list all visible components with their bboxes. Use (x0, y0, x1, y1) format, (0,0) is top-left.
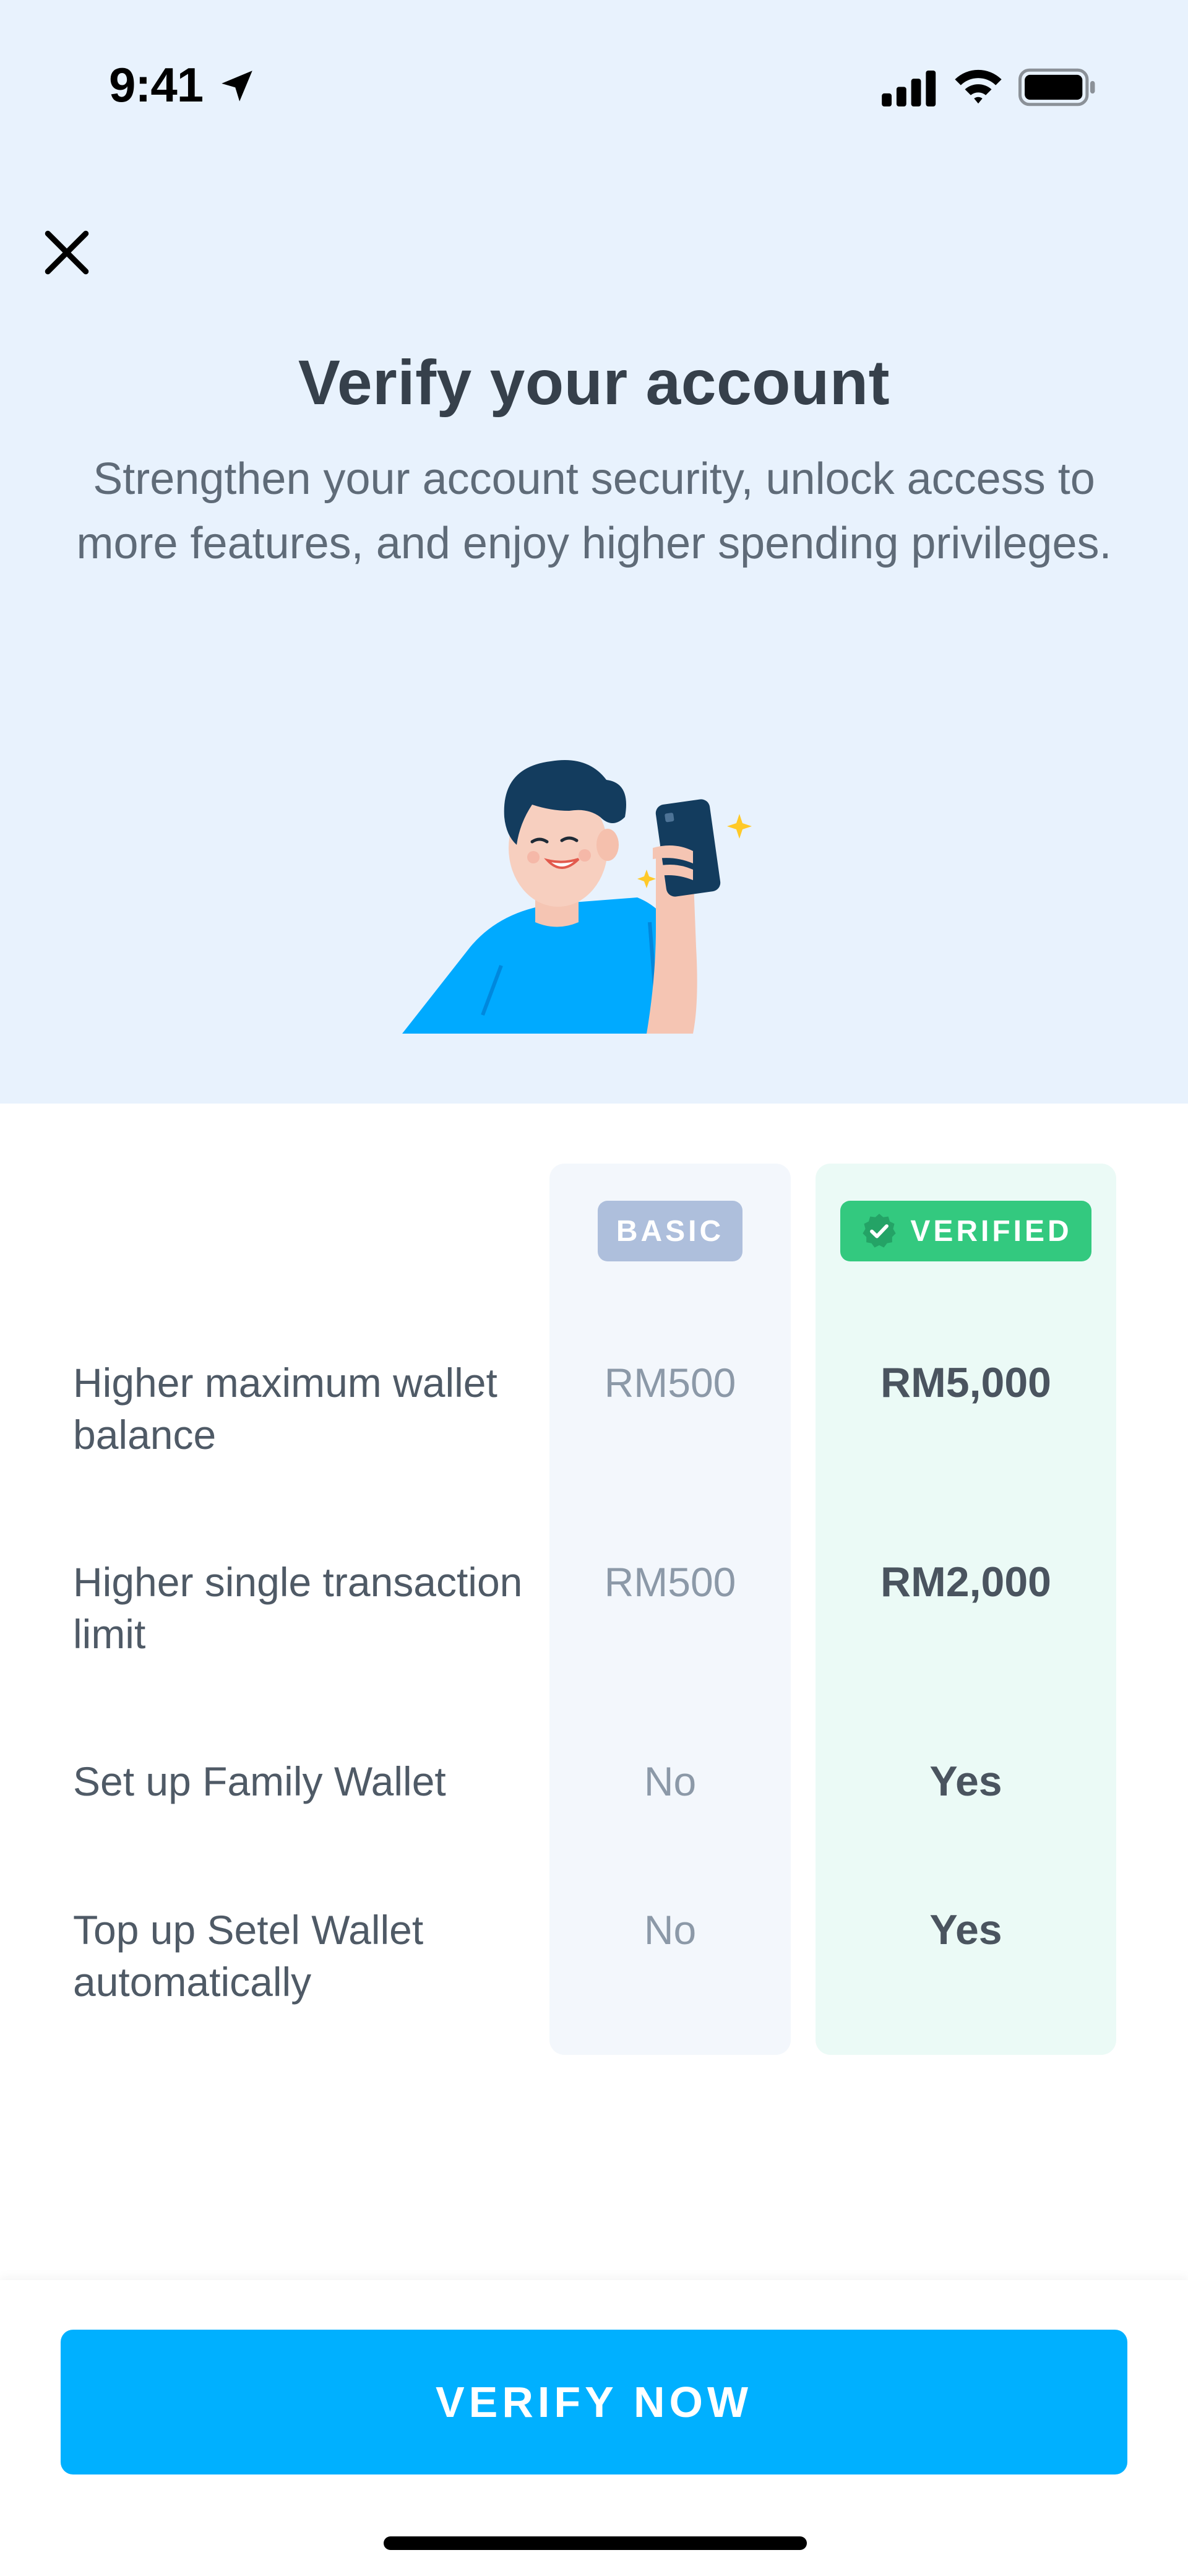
home-indicator (384, 2536, 807, 2550)
battery-icon (1018, 68, 1095, 106)
row-label-transaction-limit: Higher single transaction limit (73, 1559, 523, 1657)
verified-badge-label: VERIFIED (910, 1214, 1072, 1248)
row-verified-auto-topup: Yes (929, 1906, 1002, 1953)
page-subtitle: Strengthen your account security, unlock… (76, 454, 1112, 568)
location-arrow-icon (222, 71, 252, 102)
cellular-signal-icon (882, 71, 936, 106)
row-label-auto-topup: Top up Setel Wallet automatically (73, 1907, 424, 2005)
row-basic-transaction-limit: RM500 (604, 1559, 736, 1605)
person-with-phone-illustration (402, 760, 752, 1034)
basic-badge: BASIC (598, 1201, 742, 1261)
verified-check-icon (863, 1214, 896, 1248)
status-time: 9:41 (109, 58, 204, 112)
row-basic-max-balance: RM500 (604, 1360, 736, 1406)
page-title: Verify your account (298, 347, 890, 418)
row-verified-transaction-limit: RM2,000 (880, 1558, 1051, 1606)
wifi-icon (955, 69, 1002, 104)
row-label-family-wallet: Set up Family Wallet (73, 1758, 446, 1804)
verify-now-button[interactable]: VERIFY NOW (61, 2330, 1127, 2474)
row-verified-family-wallet: Yes (929, 1758, 1002, 1805)
row-verified-max-balance: RM5,000 (880, 1359, 1051, 1406)
row-basic-family-wallet: No (644, 1758, 697, 1804)
row-basic-auto-topup: No (644, 1907, 697, 1953)
row-label-max-balance: Higher maximum wallet balance (73, 1360, 497, 1458)
close-icon[interactable] (38, 224, 95, 281)
verified-badge: VERIFIED (840, 1201, 1091, 1261)
